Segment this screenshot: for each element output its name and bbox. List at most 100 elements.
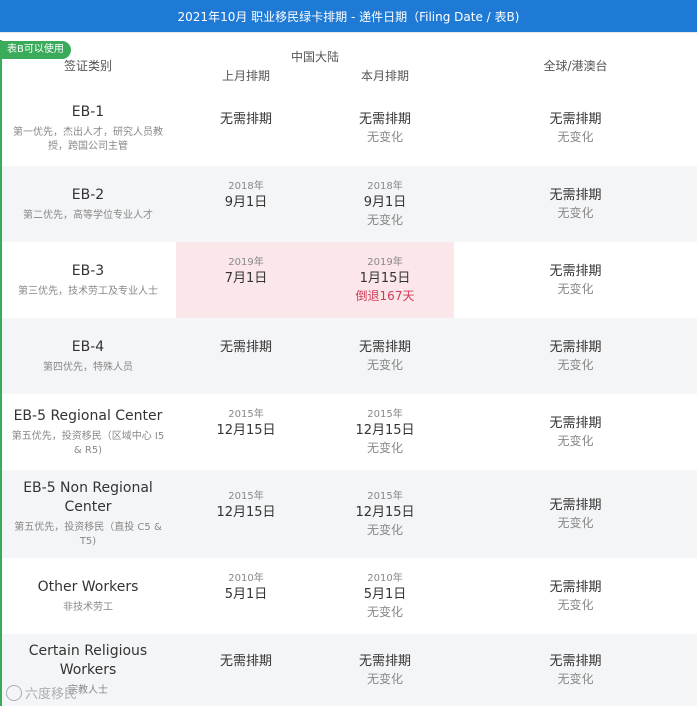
global-cell: 无需排期 无变化	[454, 90, 697, 166]
this-month-date: 12月15日	[355, 504, 415, 520]
this-month-cell: 2010年 5月1日 无变化	[316, 558, 454, 634]
category-cell: EB-5 Non Regional Center 第五优先，投资移民（直投 C5 …	[0, 470, 176, 558]
watermark: 六度移民	[6, 683, 77, 702]
category-name: Certain Religious Workers	[28, 643, 148, 678]
category-description: 第三优先，技术劳工及专业人士	[18, 285, 158, 297]
this-month-year: 2010年	[367, 572, 403, 584]
category-cell: EB-2 第二优先，高等学位专业人才	[0, 166, 176, 242]
category-cell: Other Workers 非技术劳工	[0, 558, 176, 634]
category-name: EB-4	[71, 338, 105, 355]
global-date: 无需排期	[549, 579, 602, 595]
left-accent-bar	[0, 40, 2, 706]
category-description: 非技术劳工	[63, 601, 113, 613]
global-cell: 无需排期 无变化	[454, 166, 697, 242]
global-date: 无需排期	[549, 187, 602, 203]
category-name: EB-5 Regional Center	[13, 407, 163, 424]
watermark-text: 六度移民	[25, 687, 78, 702]
global-date: 无需排期	[549, 653, 602, 669]
table-row: EB-4 第四优先，特殊人员 无需排期 无需排期 无变化 无需排期 无变化	[0, 318, 697, 394]
category-name: Other Workers	[37, 578, 139, 595]
last-month-cell: 无需排期	[176, 90, 316, 166]
this-month-status: 无变化	[366, 604, 403, 619]
table-row: EB-5 Regional Center 第五优先，投资移民（区域中心 I5 & …	[0, 394, 697, 470]
this-month-year: 2015年	[367, 408, 403, 420]
category-cell: EB-3 第三优先，技术劳工及专业人士	[0, 242, 176, 318]
global-date: 无需排期	[549, 339, 602, 355]
last-month-cell: 2019年 7月1日	[176, 242, 316, 318]
watermark-logo-icon	[6, 684, 22, 701]
global-status: 无变化	[557, 433, 594, 448]
global-status: 无变化	[557, 597, 594, 612]
global-cell: 无需排期 无变化	[454, 470, 697, 558]
this-month-status: 无变化	[366, 440, 403, 455]
this-month-date: 无需排期	[358, 111, 411, 127]
last-month-year: 2015年	[228, 408, 264, 420]
this-month-cell: 2015年 12月15日 无变化	[316, 470, 454, 558]
table-row: Other Workers 非技术劳工 2010年 5月1日 2010年 5月1日 无变化无…	[0, 558, 697, 634]
this-month-date: 12月15日	[355, 422, 415, 438]
global-status: 无变化	[557, 357, 594, 372]
this-month-date: 无需排期	[358, 653, 411, 669]
category-name: EB-5 Non Regional Center	[23, 480, 153, 515]
global-status: 无变化	[557, 515, 594, 530]
global-status: 无变化	[557, 205, 594, 220]
category-cell: EB-1 第一优先，杰出人才，研究人员教授，跨国公司主管	[0, 90, 176, 166]
category-cell: EB-4 第四优先，特殊人员	[0, 318, 176, 394]
global-date: 无需排期	[549, 497, 602, 513]
this-month-date: 9月1日	[363, 194, 407, 210]
header-china-mainland: 中国大陆	[290, 50, 339, 64]
global-cell: 无需排期 无变化	[454, 394, 697, 470]
page-title: 2021年10月 职业移民绿卡排期 - 递件日期（Filing Date / 表…	[0, 0, 697, 32]
this-month-status: 无变化	[366, 357, 403, 372]
category-name: EB-3	[71, 262, 105, 279]
this-month-date: 1月15日	[359, 270, 411, 286]
global-date: 无需排期	[549, 111, 602, 127]
this-month-year: 2019年	[367, 256, 403, 268]
table-row: EB-2 第二优先，高等学位专业人才 2018年 9月1日 2018年 9月1日 无变化 无需…	[0, 166, 697, 242]
this-month-cell: 无需排期 无变化	[316, 90, 454, 166]
last-month-cell: 2018年 9月1日	[176, 166, 316, 242]
last-month-date: 12月15日	[216, 504, 276, 520]
this-month-cell: 2015年 12月15日 无变化	[316, 394, 454, 470]
last-month-cell: 无需排期	[176, 634, 316, 706]
this-month-status: 无变化	[366, 671, 403, 686]
category-name: EB-1	[71, 103, 105, 120]
last-month-year: 2015年	[228, 490, 264, 502]
table-row: EB-5 Non Regional Center 第五优先，投资移民（直投 C5 …	[0, 470, 697, 558]
category-description: 第五优先，投资移民（区域中心 I5 & R5)	[11, 430, 165, 456]
this-month-status: 无变化	[366, 129, 403, 144]
global-cell: 无需排期 无变化	[454, 318, 697, 394]
last-month-date: 12月15日	[216, 422, 276, 438]
last-month-date: 7月1日	[224, 270, 268, 286]
global-date: 无需排期	[549, 415, 602, 431]
last-month-cell: 2010年 5月1日	[176, 558, 316, 634]
global-status: 无变化	[557, 129, 594, 144]
form-b-badge: 表B可以使用	[0, 41, 71, 59]
category-description: 第二优先，高等学位专业人才	[23, 209, 153, 221]
this-month-year: 2015年	[367, 490, 403, 502]
this-month-cell: 2019年 1月15日倒退167天	[316, 242, 454, 318]
this-month-cell: 2018年 9月1日无变化	[316, 166, 454, 242]
last-month-date: 无需排期	[219, 339, 272, 355]
global-date: 无需排期	[549, 263, 602, 279]
last-month-cell: 2015年 12月15日	[176, 470, 316, 558]
header-this-month: 本月排期	[360, 69, 409, 83]
last-month-year: 2010年	[228, 572, 264, 584]
this-month-status: 无变化	[366, 522, 403, 537]
category-name: EB-2	[71, 186, 105, 203]
header-last-month: 上月排期	[221, 69, 270, 83]
category-description: 第四优先，特殊人员	[43, 361, 133, 373]
last-month-date: 5月1日	[224, 586, 268, 602]
this-month-year: 2018年	[367, 180, 403, 192]
header-category: 签证类别	[63, 59, 112, 73]
category-cell: EB-5 Regional Center 第五优先，投资移民（区域中心 I5 & …	[0, 394, 176, 470]
global-status: 无变化	[557, 671, 594, 686]
category-description: 第五优先，投资移民（直投 C5 & T5)	[14, 522, 162, 547]
global-cell: 无需排期 无变化	[454, 634, 697, 706]
last-month-date: 无需排期	[219, 653, 272, 669]
retrogress-status: 倒退167天	[355, 288, 415, 303]
table-header: 签证类别 中国大陆 上月排期 本月排期 全球/港澳台 表B可以使用	[0, 32, 697, 90]
this-month-status: 无变化	[366, 212, 403, 227]
last-month-year: 2019年	[228, 256, 264, 268]
table-row: EB-3 第三优先，技术劳工及专业人士 2019年 7月1日 2019年 1月15日倒退1…	[0, 242, 697, 318]
